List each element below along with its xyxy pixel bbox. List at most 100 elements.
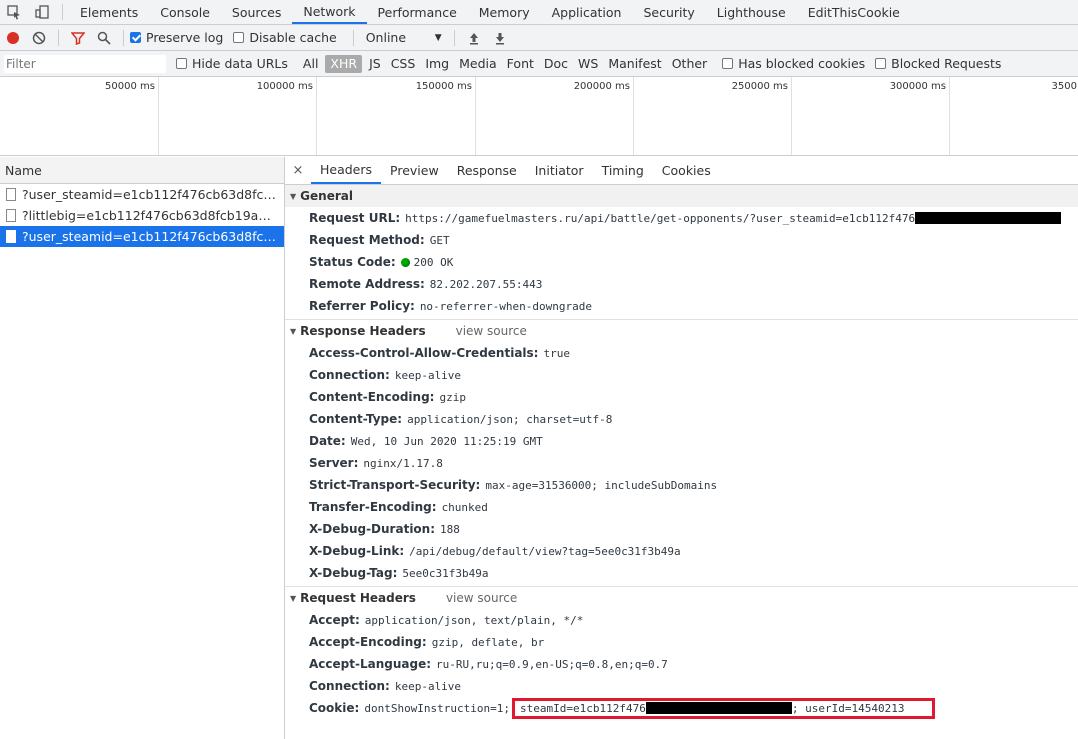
checkbox-icon[interactable] [875, 58, 887, 69]
clear-button[interactable] [26, 25, 52, 50]
tab-sources[interactable]: Sources [221, 0, 292, 24]
has-blocked-cookies-checkbox[interactable]: Has blocked cookies [722, 56, 865, 71]
divider [453, 29, 455, 46]
tab-console[interactable]: Console [149, 0, 221, 24]
tab-network[interactable]: Network [292, 0, 367, 24]
import-har-icon[interactable] [461, 25, 487, 50]
export-har-icon[interactable] [487, 25, 513, 50]
timeline-gridline: 300000 ms [890, 77, 950, 155]
header-row: Accept-Language: ru-RU,ru;q=0.9,en-US;q=0… [285, 653, 1078, 675]
header-name: Content-Type: [309, 412, 403, 426]
timeline-overview[interactable]: 50000 ms 100000 ms 150000 ms 200000 ms 2… [0, 77, 1078, 156]
checkbox-checked-icon[interactable] [130, 32, 141, 43]
detail-tab-bar: × Headers Preview Response Initiator Tim… [285, 157, 1078, 185]
close-icon[interactable]: × [285, 163, 311, 178]
header-name: Date: [309, 434, 346, 448]
disable-cache-checkbox[interactable]: Disable cache [233, 30, 337, 45]
preserve-log-checkbox[interactable]: Preserve log [130, 30, 223, 45]
name-column-header[interactable]: Name [0, 157, 284, 184]
general-section-header[interactable]: ▼ General [285, 185, 1078, 207]
divider [123, 29, 124, 46]
timeline-tick-label: 300000 ms [889, 81, 946, 92]
hide-data-urls-label: Hide data URLs [192, 56, 288, 71]
filter-type-img[interactable]: Img [420, 55, 454, 73]
filter-type-all[interactable]: All [298, 55, 324, 73]
header-name: Accept: [309, 613, 360, 627]
tab-performance[interactable]: Performance [367, 0, 468, 24]
search-icon[interactable] [91, 25, 117, 50]
header-name: Accept-Encoding: [309, 635, 427, 649]
tab-elements[interactable]: Elements [69, 0, 149, 24]
filter-type-manifest[interactable]: Manifest [603, 55, 666, 73]
header-row-request-url: Request URL: https://gamefuelmasters.ru/… [285, 207, 1078, 229]
filter-input[interactable] [4, 54, 166, 73]
header-name: X-Debug-Duration: [309, 522, 436, 536]
tab-response[interactable]: Response [448, 157, 526, 184]
checkbox-icon[interactable] [722, 58, 734, 69]
header-row: X-Debug-Tag: 5ee0c31f3b49a [285, 562, 1078, 584]
tab-application[interactable]: Application [541, 0, 633, 24]
collapse-triangle-icon: ▼ [290, 326, 297, 336]
dropdown-arrow-icon: ▼ [434, 32, 442, 43]
response-headers-header[interactable]: ▼ Response Headers view source [285, 320, 1078, 342]
tab-lighthouse[interactable]: Lighthouse [706, 0, 797, 24]
header-row-remote-address: Remote Address: 82.202.207.55:443 [285, 273, 1078, 295]
filter-type-media[interactable]: Media [454, 55, 502, 73]
filter-type-js[interactable]: JS [364, 55, 386, 73]
checkbox-icon[interactable] [233, 32, 245, 43]
header-row: Connection: keep-alive [285, 364, 1078, 386]
tab-editthiscookie[interactable]: EditThisCookie [797, 0, 911, 24]
header-row: X-Debug-Duration: 188 [285, 518, 1078, 540]
filter-type-doc[interactable]: Doc [539, 55, 573, 73]
throttling-select[interactable]: Online ▼ [366, 30, 442, 45]
inspect-element-icon[interactable] [0, 0, 28, 24]
header-value: application/json, text/plain, */* [364, 613, 584, 627]
checkbox-icon[interactable] [176, 58, 187, 69]
header-row: Strict-Transport-Security: max-age=315360… [285, 474, 1078, 496]
filter-type-ws[interactable]: WS [573, 55, 603, 73]
view-source-link[interactable]: view source [456, 324, 527, 338]
header-value: ru-RU,ru;q=0.9,en-US;q=0.8,en;q=0.7 [436, 657, 668, 671]
tab-security[interactable]: Security [632, 0, 705, 24]
timeline-gridline: 50000 ms [105, 77, 159, 155]
header-name: Strict-Transport-Security: [309, 478, 481, 492]
header-value: Wed, 10 Jun 2020 11:25:19 GMT [350, 434, 543, 448]
header-value: gzip, deflate, br [431, 635, 545, 649]
header-value: true [543, 346, 570, 360]
filter-type-font[interactable]: Font [502, 55, 539, 73]
request-headers-header[interactable]: ▼ Request Headers view source [285, 587, 1078, 609]
header-row: Content-Type: application/json; charset=u… [285, 408, 1078, 430]
filter-icon[interactable] [65, 25, 91, 50]
general-section: ▼ General Request URL: https://gamefuelm… [285, 185, 1078, 320]
device-toolbar-icon[interactable] [28, 0, 56, 24]
document-icon [6, 209, 16, 222]
tab-preview[interactable]: Preview [381, 157, 448, 184]
record-button[interactable] [0, 25, 26, 50]
header-row: Access-Control-Allow-Credentials: true [285, 342, 1078, 364]
filter-type-xhr[interactable]: XHR [325, 54, 363, 73]
has-blocked-cookies-label: Has blocked cookies [738, 56, 866, 71]
tab-memory[interactable]: Memory [468, 0, 541, 24]
request-row-selected[interactable]: ?user_steamid=e1cb112f476cb63d8fcb19aa2b… [0, 226, 284, 247]
view-source-link[interactable]: view source [446, 591, 517, 605]
tab-cookies[interactable]: Cookies [653, 157, 720, 184]
request-row[interactable]: ?littlebig=e1cb112f476cb63d8fcb19aa2b371… [0, 205, 284, 226]
request-row[interactable]: ?user_steamid=e1cb112f476cb63d8fcb19aa2b… [0, 184, 284, 205]
header-value: 200 OK [413, 255, 454, 269]
header-row: Connection: keep-alive [285, 675, 1078, 697]
request-name: ?user_steamid=e1cb112f476cb63d8fcb19aa2b… [22, 229, 278, 244]
divider [352, 29, 354, 46]
header-name: Content-Encoding: [309, 390, 435, 404]
tab-headers[interactable]: Headers [311, 157, 382, 184]
header-row: Accept-Encoding: gzip, deflate, br [285, 631, 1078, 653]
tab-timing[interactable]: Timing [593, 157, 653, 184]
devtools-tab-bar: Elements Console Sources Network Perform… [0, 0, 1078, 25]
cookie-steamid: steamId=e1cb112f476 [520, 701, 646, 715]
hide-data-urls-checkbox[interactable]: Hide data URLs [176, 56, 288, 71]
header-row: Content-Encoding: gzip [285, 386, 1078, 408]
filter-type-other[interactable]: Other [667, 55, 713, 73]
header-row-status-code: Status Code: 200 OK [285, 251, 1078, 273]
filter-type-css[interactable]: CSS [386, 55, 421, 73]
blocked-requests-checkbox[interactable]: Blocked Requests [875, 56, 1001, 71]
tab-initiator[interactable]: Initiator [526, 157, 593, 184]
